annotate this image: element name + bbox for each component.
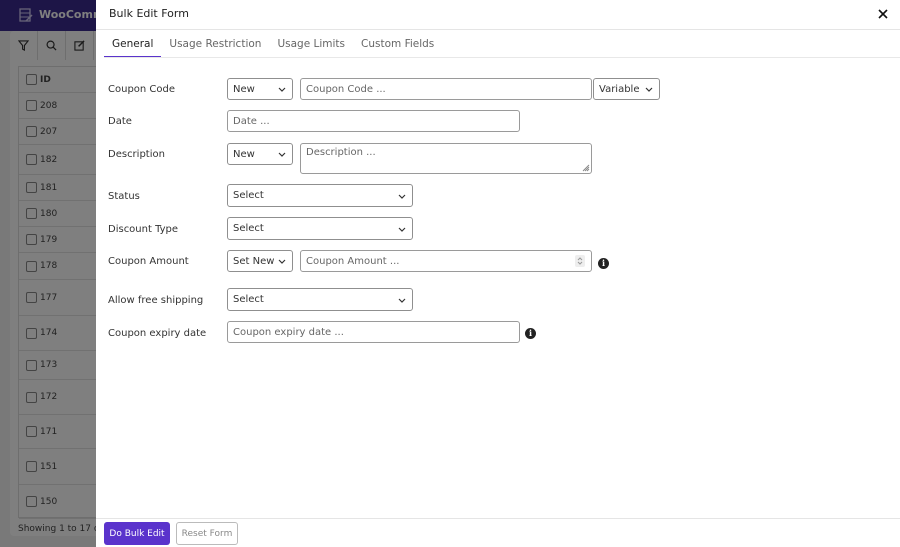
coupon-amount-placeholder: Coupon Amount ... (306, 255, 400, 267)
coupon-code-label: Coupon Code (108, 84, 176, 95)
info-icon[interactable]: i (598, 258, 609, 269)
coupon-code-input[interactable]: Coupon Code ... (300, 78, 592, 100)
number-spinner-icon[interactable] (575, 255, 585, 267)
tab-bar: General Usage Restriction Usage Limits C… (104, 30, 442, 58)
coupon-code-variable-value: Variable (599, 83, 640, 95)
chevron-down-icon (278, 152, 286, 157)
close-button[interactable] (872, 4, 894, 24)
bulk-edit-modal: Bulk Edit Form General Usage Restriction… (96, 0, 900, 547)
tabs-divider (104, 57, 900, 58)
tab-usage-restriction[interactable]: Usage Restriction (161, 30, 269, 58)
free-shipping-select[interactable]: Select (227, 288, 413, 311)
close-icon (878, 9, 888, 19)
expiry-date-label: Coupon expiry date (108, 328, 207, 339)
coupon-amount-input[interactable]: Coupon Amount ... (300, 250, 592, 272)
discount-type-select[interactable]: Select (227, 217, 413, 240)
date-input[interactable]: Date ... (227, 110, 520, 132)
date-label: Date (108, 116, 132, 127)
chevron-down-icon (398, 194, 406, 199)
tab-custom-fields[interactable]: Custom Fields (353, 30, 442, 58)
info-icon[interactable]: i (525, 328, 536, 339)
description-mode-value: New (233, 148, 255, 160)
chevron-down-icon (398, 227, 406, 232)
chevron-down-icon (278, 87, 286, 92)
chevron-down-icon (278, 259, 286, 264)
resize-handle-icon[interactable] (582, 164, 590, 172)
description-label: Description (108, 149, 165, 160)
footer-divider (96, 518, 900, 519)
tab-usage-limits[interactable]: Usage Limits (269, 30, 353, 58)
description-textarea[interactable]: Description ... (300, 143, 592, 174)
chevron-down-icon (645, 87, 653, 92)
status-label: Status (108, 191, 140, 202)
description-placeholder: Description ... (306, 147, 376, 158)
free-shipping-value: Select (233, 294, 264, 305)
free-shipping-label: Allow free shipping (108, 295, 204, 306)
coupon-code-variable-select[interactable]: Variable (593, 78, 660, 100)
coupon-code-mode-select[interactable]: New (227, 78, 293, 100)
status-select[interactable]: Select (227, 184, 413, 207)
expiry-date-input[interactable]: Coupon expiry date ... (227, 321, 520, 343)
do-bulk-edit-button[interactable]: Do Bulk Edit (104, 522, 170, 545)
status-value: Select (233, 190, 264, 201)
discount-type-label: Discount Type (108, 224, 179, 235)
tab-general[interactable]: General (104, 30, 162, 58)
modal-title: Bulk Edit Form (109, 7, 189, 20)
description-mode-select[interactable]: New (227, 143, 293, 165)
coupon-amount-label: Coupon Amount (108, 256, 189, 267)
coupon-amount-mode-select[interactable]: Set New (227, 250, 293, 272)
coupon-amount-mode-value: Set New (233, 255, 275, 267)
discount-type-value: Select (233, 223, 264, 234)
chevron-down-icon (398, 298, 406, 303)
reset-form-button[interactable]: Reset Form (176, 522, 238, 545)
coupon-code-mode-value: New (233, 83, 255, 95)
